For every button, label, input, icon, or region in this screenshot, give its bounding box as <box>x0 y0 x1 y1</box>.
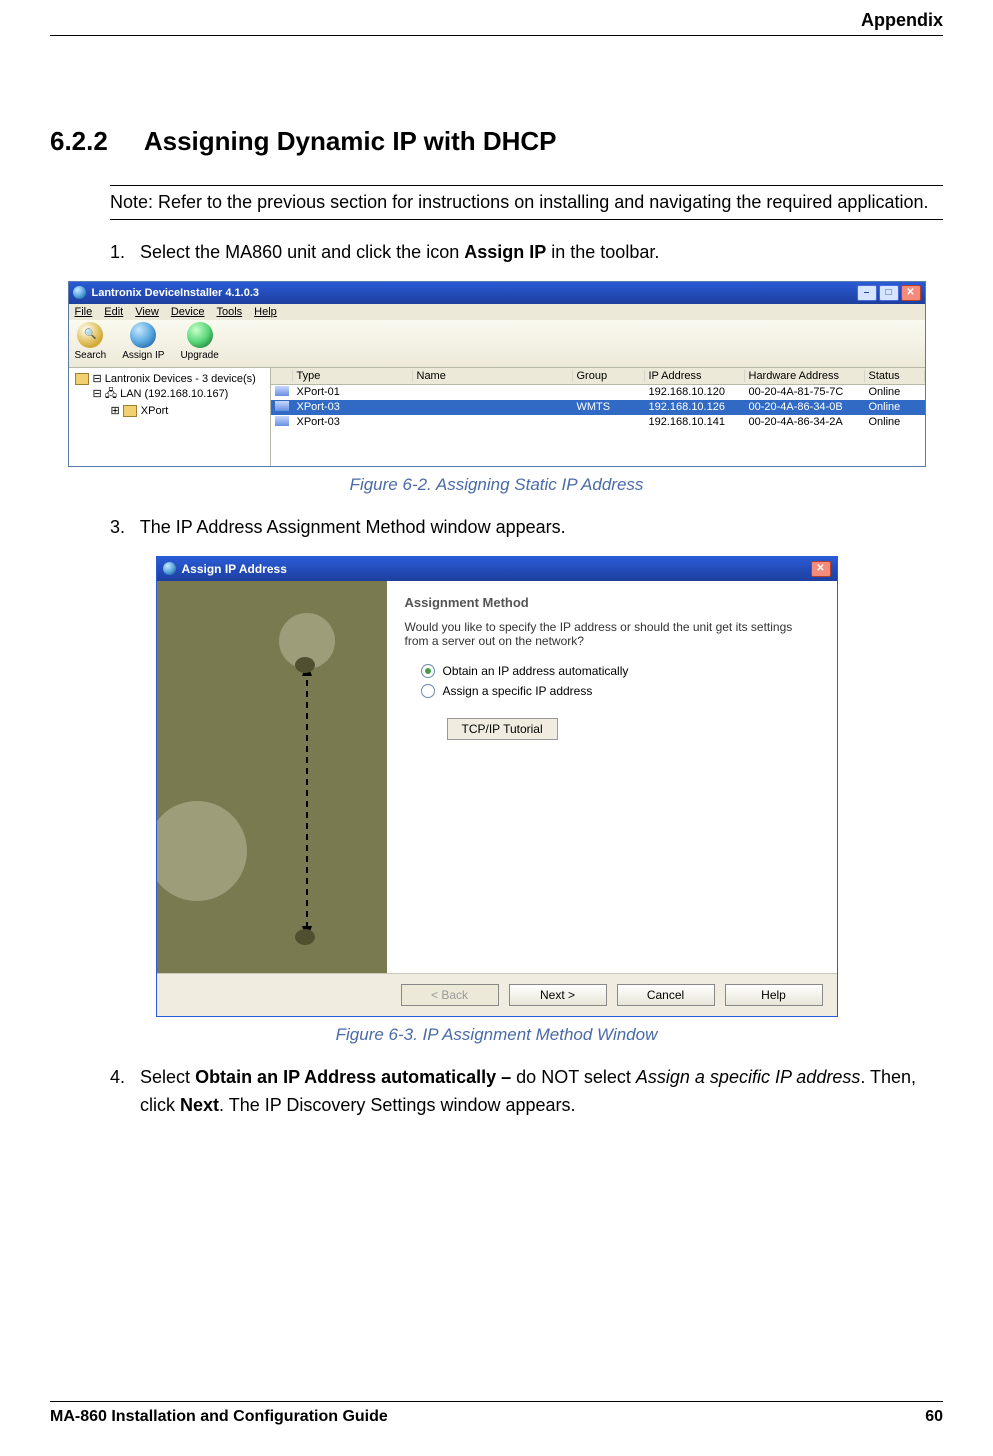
minimize-button[interactable]: – <box>857 285 877 301</box>
footer-title: MA-860 Installation and Configuration Gu… <box>50 1408 388 1426</box>
globe-icon <box>163 562 176 575</box>
search-icon: 🔍 <box>77 322 103 348</box>
radio-unselected-icon <box>421 684 435 698</box>
figure-2-caption: Figure 6-3. IP Assignment Method Window <box>50 1025 943 1045</box>
section-heading: 6.2.2 Assigning Dynamic IP with DHCP <box>50 126 943 157</box>
step-3: 3. The IP Address Assignment Method wind… <box>110 513 943 542</box>
back-button: < Back <box>401 984 499 1006</box>
menu-edit[interactable]: Edit <box>104 306 123 318</box>
table-row[interactable]: XPort-01 192.168.10.120 00-20-4A-81-75-7… <box>271 385 925 400</box>
toolbar-upgrade[interactable]: Upgrade <box>180 322 218 361</box>
app-icon <box>73 286 86 299</box>
globe-up-icon <box>187 322 213 348</box>
menubar: File Edit View Device Tools Help <box>69 304 925 320</box>
figure-1-caption: Figure 6-2. Assigning Static IP Address <box>50 475 943 495</box>
toolbar-assign-ip[interactable]: Assign IP <box>122 322 164 361</box>
device-list: Type Name Group IP Address Hardware Addr… <box>271 368 925 466</box>
page-header-label: Appendix <box>50 10 943 36</box>
device-icon <box>275 401 289 411</box>
list-header: Type Name Group IP Address Hardware Addr… <box>271 368 925 385</box>
radio-assign-specific[interactable]: Assign a specific IP address <box>421 684 819 698</box>
close-button[interactable]: ✕ <box>901 285 921 301</box>
menu-device[interactable]: Device <box>171 306 205 318</box>
close-button[interactable]: ✕ <box>811 561 831 577</box>
table-row-selected[interactable]: XPort-03 WMTS 192.168.10.126 00-20-4A-86… <box>271 400 925 415</box>
wizard-content: Assignment Method Would you like to spec… <box>387 581 837 973</box>
device-tree[interactable]: ⊟ Lantronix Devices - 3 device(s) ⊟ 🖧 LA… <box>69 368 271 466</box>
folder-icon <box>75 373 89 385</box>
assign-ip-window: Assign IP Address ✕ Assignment Me <box>156 556 838 1017</box>
deviceinstaller-titlebar: Lantronix DeviceInstaller 4.1.0.3 – □ ✕ <box>69 282 925 304</box>
maximize-button[interactable]: □ <box>879 285 899 301</box>
deviceinstaller-title: Lantronix DeviceInstaller 4.1.0.3 <box>92 287 260 299</box>
wizard-buttons: < Back Next > Cancel Help <box>157 973 837 1016</box>
cancel-button[interactable]: Cancel <box>617 984 715 1006</box>
wizard-title: Assign IP Address <box>182 562 287 576</box>
table-row[interactable]: XPort-03 192.168.10.141 00-20-4A-86-34-2… <box>271 415 925 430</box>
menu-tools[interactable]: Tools <box>216 306 242 318</box>
toolbar: 🔍 Search Assign IP Upgrade <box>69 320 925 368</box>
globe-icon <box>130 322 156 348</box>
wizard-titlebar: Assign IP Address ✕ <box>157 557 837 581</box>
step-4: 4. Select Obtain an IP Address automatic… <box>110 1063 943 1121</box>
radio-selected-icon <box>421 664 435 678</box>
radio-obtain-auto[interactable]: Obtain an IP address automatically <box>421 664 819 678</box>
device-icon <box>275 416 289 426</box>
help-button[interactable]: Help <box>725 984 823 1006</box>
section-title-text: Assigning Dynamic IP with DHCP <box>144 126 557 157</box>
menu-file[interactable]: File <box>75 306 93 318</box>
wizard-heading: Assignment Method <box>405 595 819 610</box>
section-number: 6.2.2 <box>50 126 108 157</box>
menu-view[interactable]: View <box>135 306 159 318</box>
toolbar-search[interactable]: 🔍 Search <box>75 322 107 361</box>
device-icon <box>275 386 289 396</box>
deviceinstaller-window: Lantronix DeviceInstaller 4.1.0.3 – □ ✕ … <box>68 281 926 467</box>
step-1: 1. Select the MA860 unit and click the i… <box>110 238 943 267</box>
tcp-ip-tutorial-button[interactable]: TCP/IP Tutorial <box>447 718 558 740</box>
note-block: Note: Refer to the previous section for … <box>110 185 943 220</box>
folder-icon <box>123 405 137 417</box>
wizard-side-graphic <box>157 581 387 973</box>
next-button[interactable]: Next > <box>509 984 607 1006</box>
wizard-question: Would you like to specify the IP address… <box>405 620 819 648</box>
menu-help[interactable]: Help <box>254 306 277 318</box>
footer-page: 60 <box>925 1408 943 1426</box>
page-footer: MA-860 Installation and Configuration Gu… <box>50 1401 943 1426</box>
